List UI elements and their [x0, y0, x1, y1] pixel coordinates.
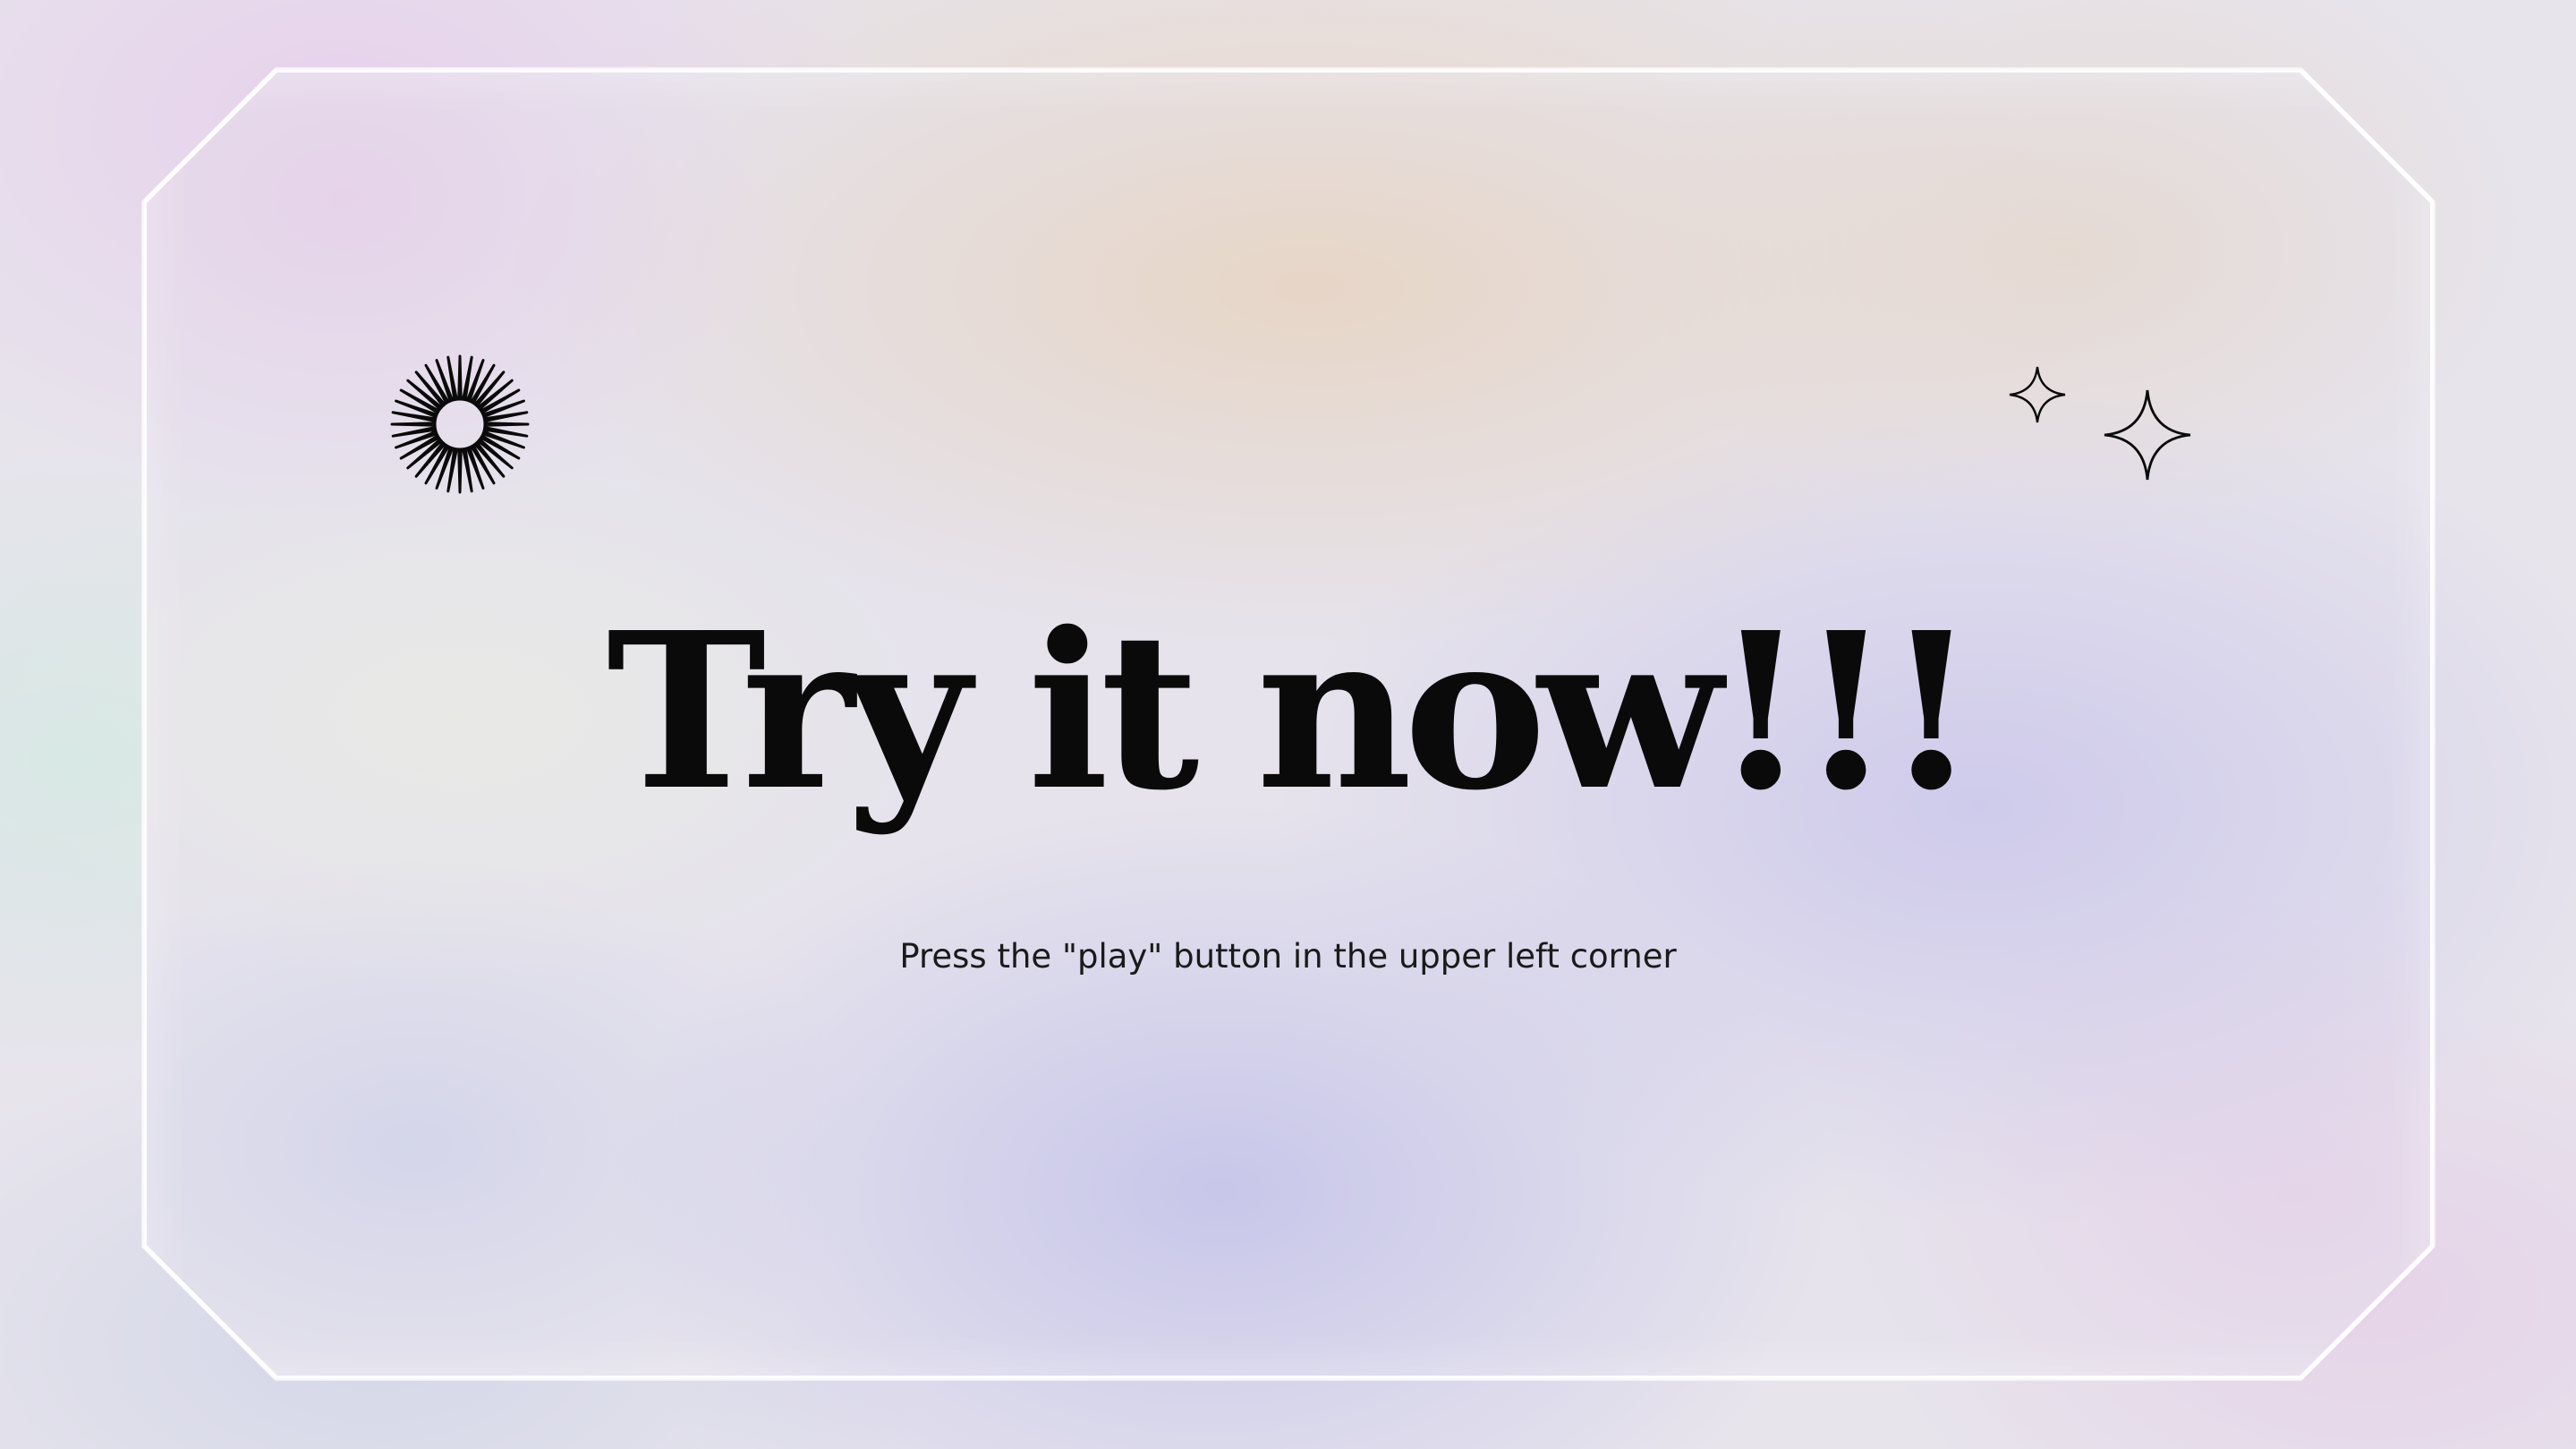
slide-subtitle: Press the "play" button in the upper lef… — [899, 937, 1677, 976]
sunburst-rays — [390, 354, 530, 494]
sunburst-icon — [390, 354, 530, 494]
slide-page: Try it now!!! Press the "play" button in… — [0, 0, 2576, 1449]
slide-title: Try it now!!! — [606, 585, 1978, 838]
sunburst-ring — [433, 397, 487, 451]
sparkle-small-icon — [2009, 366, 2066, 423]
sparkle-large-icon — [2104, 389, 2191, 481]
